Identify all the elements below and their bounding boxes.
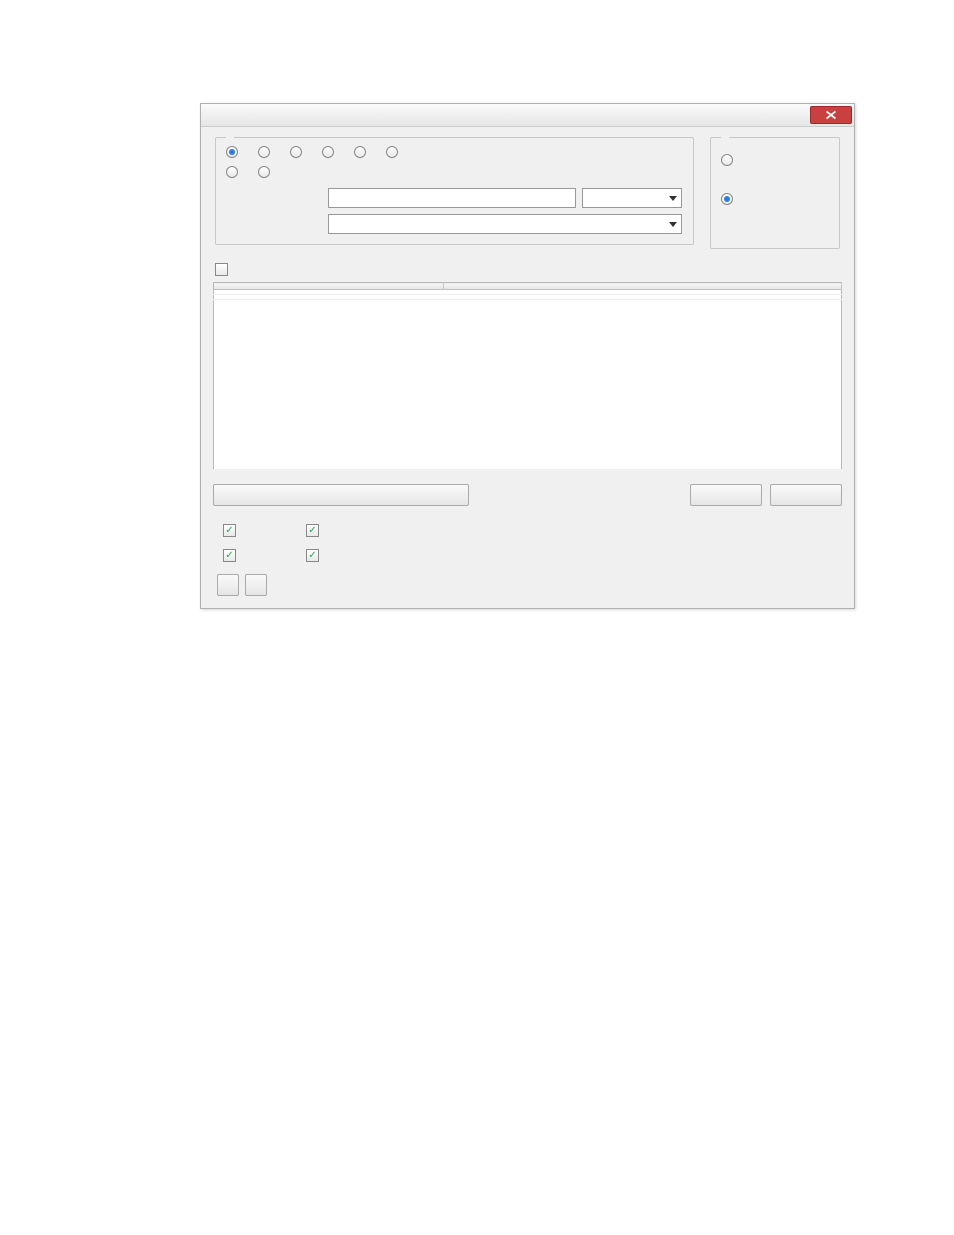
cancel-button[interactable] (770, 484, 842, 506)
command-type-combo[interactable] (582, 188, 682, 208)
port-p4[interactable] (306, 549, 325, 562)
header-button[interactable] (213, 484, 469, 506)
parameter-table (213, 282, 842, 470)
radio-adc-3[interactable] (258, 166, 274, 178)
radio-smc-3[interactable] (322, 146, 338, 158)
radio-ssc-2[interactable] (386, 146, 402, 158)
port-p2[interactable] (223, 549, 242, 562)
uncheck-all-button[interactable] (245, 574, 267, 596)
port-p1[interactable] (223, 524, 242, 537)
titlebar (201, 104, 854, 127)
radio-binary[interactable] (721, 154, 737, 166)
format-group (710, 137, 840, 249)
col-parameter (214, 283, 444, 290)
ports-group (223, 524, 842, 562)
command-type-input[interactable] (328, 188, 576, 208)
cdb-type-combo[interactable] (328, 214, 682, 234)
port-p3[interactable] (306, 524, 325, 537)
close-icon (811, 107, 851, 123)
radio-osd-2[interactable] (226, 166, 242, 178)
type-group (215, 137, 694, 245)
ok-button[interactable] (690, 484, 762, 506)
chevron-down-icon (669, 196, 677, 201)
show-reserved-checkbox[interactable] (215, 263, 228, 276)
close-button[interactable] (810, 106, 852, 124)
radio-hexadecimal[interactable] (721, 193, 737, 205)
radio-sbc-3[interactable] (290, 146, 306, 158)
chevron-down-icon (669, 222, 677, 227)
radio-any-scsi-command[interactable] (226, 146, 242, 158)
dialog-window (200, 103, 855, 609)
check-all-button[interactable] (217, 574, 239, 596)
radio-mmc-6[interactable] (258, 146, 274, 158)
radio-spc-4[interactable] (354, 146, 370, 158)
col-value (444, 283, 842, 290)
